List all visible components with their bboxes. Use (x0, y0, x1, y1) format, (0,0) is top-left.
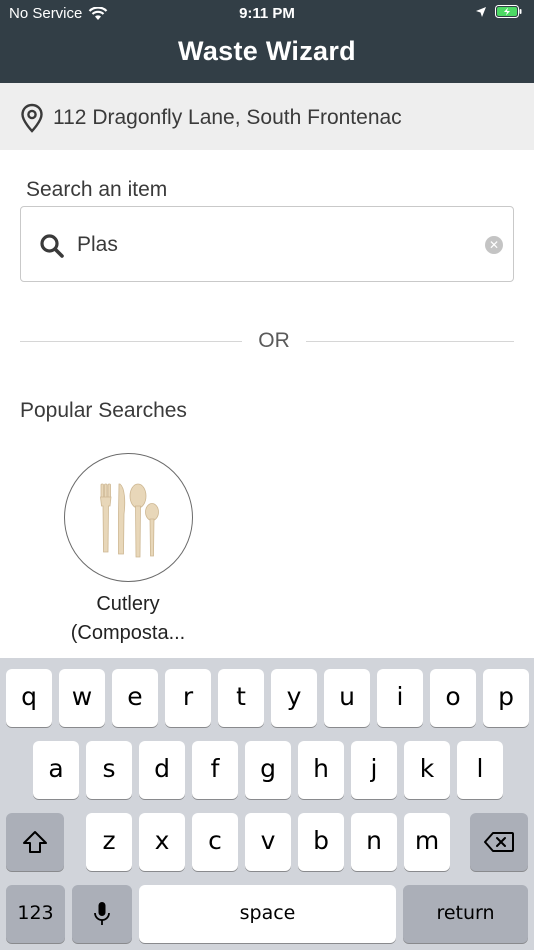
address-text: 112 Dragonfly Lane, South Frontenac (53, 106, 402, 129)
status-time: 9:11 PM (239, 5, 295, 22)
key-v[interactable]: v (245, 813, 291, 871)
key-h[interactable]: h (298, 741, 344, 799)
key-b[interactable]: b (298, 813, 344, 871)
search-label: Search an item (26, 178, 168, 201)
key-x[interactable]: x (139, 813, 185, 871)
key-o[interactable]: o (430, 669, 476, 727)
battery-icon (495, 5, 522, 18)
popular-searches-heading: Popular Searches (20, 399, 187, 422)
key-i[interactable]: i (377, 669, 423, 727)
key-y[interactable]: y (271, 669, 317, 727)
cutlery-icon (100, 483, 159, 558)
popular-item-sublabel: (Composta... (70, 622, 186, 644)
shift-icon (23, 831, 47, 853)
key-m[interactable]: m (404, 813, 450, 871)
key-c[interactable]: c (192, 813, 238, 871)
search-icon (40, 234, 64, 258)
divider-right (306, 341, 514, 342)
backspace-key[interactable] (470, 813, 528, 871)
key-w[interactable]: w (59, 669, 105, 727)
key-p[interactable]: p (483, 669, 529, 727)
key-n[interactable]: n (351, 813, 397, 871)
popular-item-label: Cutlery (96, 593, 160, 615)
status-bar: No Service 9:11 PM (0, 0, 534, 28)
key-q[interactable]: q (6, 669, 52, 727)
dictation-key[interactable] (72, 885, 132, 943)
backspace-icon (484, 832, 514, 852)
divider-left (20, 341, 242, 342)
microphone-icon (94, 902, 110, 925)
key-j[interactable]: j (351, 741, 397, 799)
numbers-key[interactable]: 123 (6, 885, 65, 943)
location-arrow-icon (476, 6, 486, 17)
key-z[interactable]: z (86, 813, 132, 871)
key-r[interactable]: r (165, 669, 211, 727)
cutlery-image (64, 453, 193, 582)
search-box[interactable]: ✕ (20, 206, 514, 282)
key-l[interactable]: l (457, 741, 503, 799)
or-text: OR (258, 329, 290, 352)
key-f[interactable]: f (192, 741, 238, 799)
key-k[interactable]: k (404, 741, 450, 799)
key-a[interactable]: a (33, 741, 79, 799)
address-bar[interactable]: 112 Dragonfly Lane, South Frontenac (0, 83, 534, 150)
shift-key[interactable] (6, 813, 64, 871)
clear-icon[interactable]: ✕ (485, 236, 503, 254)
key-u[interactable]: u (324, 669, 370, 727)
page-title: Waste Wizard (178, 36, 356, 66)
key-e[interactable]: e (112, 669, 158, 727)
onscreen-keyboard: q w e r t y u i o p a s d f g h j k l z … (0, 658, 534, 950)
space-key[interactable]: space (139, 885, 396, 943)
search-input[interactable] (77, 227, 477, 263)
key-g[interactable]: g (245, 741, 291, 799)
key-t[interactable]: t (218, 669, 264, 727)
key-s[interactable]: s (86, 741, 132, 799)
location-pin-icon (21, 103, 43, 133)
return-key[interactable]: return (403, 885, 528, 943)
popular-item-cutlery[interactable]: Cutlery (Composta... (0, 452, 256, 662)
app-header: No Service 9:11 PM Waste Wizard (0, 0, 534, 83)
key-d[interactable]: d (139, 741, 185, 799)
status-right (475, 5, 522, 18)
